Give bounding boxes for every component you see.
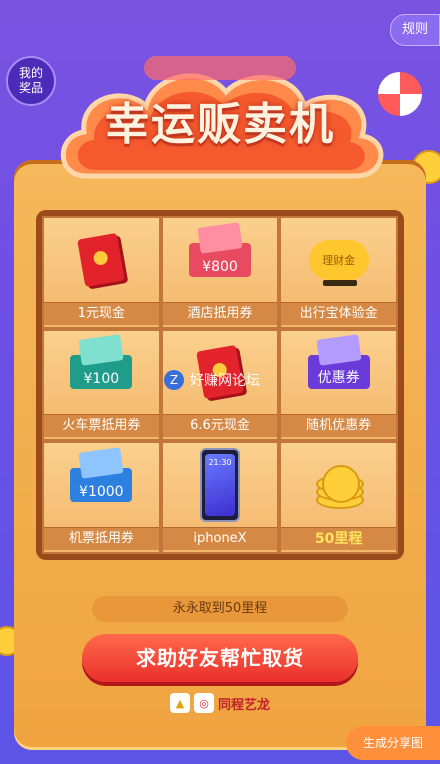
train-coupon-icon: ¥100 xyxy=(70,334,133,390)
prize-label: 50里程 xyxy=(281,526,396,550)
prize-badge: 优惠券 xyxy=(317,370,360,387)
prize-amount: ¥1000 xyxy=(79,484,124,501)
prize-label: 机票抵用券 xyxy=(44,526,159,550)
prize-badge: 理财金 xyxy=(322,253,356,267)
prize-label: 酒店抵用券 xyxy=(162,301,278,325)
phone-icon: 21:30 xyxy=(199,448,240,523)
piggy-bank-icon: 理财金 xyxy=(308,239,369,286)
my-prizes-button[interactable]: 我的 奖品 xyxy=(6,56,56,106)
prize-cell[interactable]: 50里程 xyxy=(279,441,398,554)
red-envelope-icon xyxy=(77,232,126,287)
prize-amount: ¥800 xyxy=(202,258,238,275)
watermark-text: 好赚网论坛 xyxy=(190,373,260,389)
brand-corn-icon: ▲ xyxy=(170,693,190,713)
prize-cell[interactable]: 优惠券 随机优惠券 xyxy=(279,328,398,442)
ask-friends-help-button[interactable]: 求助好友帮忙取货 xyxy=(82,634,358,682)
generate-share-image-button[interactable]: 生成分享图 xyxy=(346,726,440,760)
coins-icon xyxy=(312,463,366,510)
prize-cell[interactable]: 21:30 iphoneX xyxy=(160,441,280,554)
watermark: Z 好赚网论坛 xyxy=(164,368,284,392)
prize-cell[interactable]: ¥1000 机票抵用券 xyxy=(42,441,161,554)
prize-amount: ¥100 xyxy=(83,371,120,388)
brand-logo: ▲ ◎ 同程艺龙 xyxy=(170,692,280,714)
prize-cell[interactable]: ¥800 酒店抵用券 xyxy=(160,216,280,329)
prize-cell[interactable]: ¥100 火车票抵用券 xyxy=(42,328,161,442)
prize-label: 6.6元现金 xyxy=(162,414,278,438)
brand-swirl-icon: ◎ xyxy=(194,693,214,713)
prize-label: 随机优惠券 xyxy=(281,414,396,438)
prize-label: 1元现金 xyxy=(44,301,159,325)
hotel-coupon-icon: ¥800 xyxy=(188,222,251,277)
watermark-logo-icon: Z xyxy=(164,370,184,390)
rules-button[interactable]: 规则 xyxy=(390,14,440,46)
mileage-status-bar: 永永取到50里程 xyxy=(92,596,348,622)
prize-label: 出行宝体验金 xyxy=(281,301,396,325)
page-title: 幸运贩卖机 xyxy=(105,99,335,150)
phone-screen-time: 21:30 xyxy=(204,454,235,517)
prize-cell[interactable]: 理财金 出行宝体验金 xyxy=(279,216,398,329)
prize-label: 火车票抵用券 xyxy=(44,414,159,438)
brand-name: 同程艺龙 xyxy=(218,697,271,713)
flight-coupon-icon: ¥1000 xyxy=(70,447,133,503)
prize-cell[interactable]: 1元现金 xyxy=(42,216,161,329)
title-ribbon xyxy=(144,56,296,80)
coupon-icon: 优惠券 xyxy=(307,334,370,390)
prize-label: iphoneX xyxy=(162,526,278,550)
